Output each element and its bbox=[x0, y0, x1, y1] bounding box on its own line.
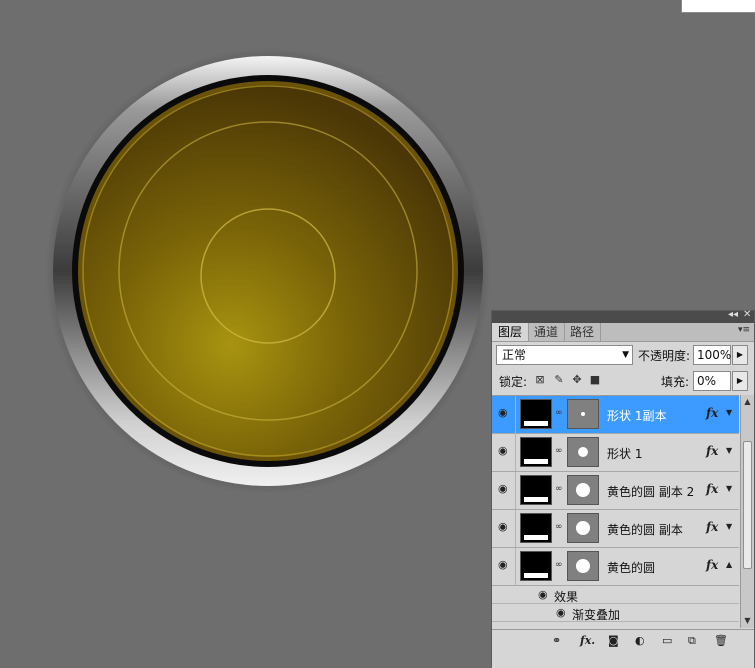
new-group-icon[interactable]: ▭ bbox=[662, 634, 672, 647]
blend-mode-select[interactable]: 正常 ▼ bbox=[496, 345, 633, 365]
blend-row: 正常 ▼ 不透明度: 100% ▶ bbox=[492, 344, 754, 366]
delete-layer-icon[interactable]: 🗑 bbox=[714, 634, 728, 647]
layer-thumbnail bbox=[520, 513, 552, 543]
link-icon[interactable]: ∞ bbox=[555, 446, 563, 456]
layers-list: ◉ ∞ 形状 1副本 fx ▼ ◉ ∞ 形状 1 fx ▼ ◉ ∞ 黄色的圆 副… bbox=[492, 395, 739, 629]
scroll-down-icon[interactable]: ▼ bbox=[742, 615, 753, 627]
panel-menu-icon[interactable]: ▾≡ bbox=[738, 325, 750, 335]
thumbnail-bar bbox=[524, 535, 548, 540]
fx-icon[interactable]: fx bbox=[706, 520, 718, 534]
fill-stepper[interactable]: ▶ bbox=[732, 371, 748, 391]
layer-name[interactable]: 形状 1 bbox=[607, 445, 642, 462]
expand-effects-icon[interactable]: ▼ bbox=[726, 408, 732, 417]
layer-thumbnail bbox=[520, 551, 552, 581]
lock-label: 锁定: bbox=[499, 375, 528, 389]
mask-dot bbox=[576, 483, 590, 497]
vector-mask-thumbnail bbox=[567, 551, 599, 581]
collapse-icon[interactable]: ◂◂ bbox=[728, 309, 738, 320]
layer-row[interactable]: ◉ ∞ 形状 1 fx ▼ bbox=[492, 434, 739, 472]
layer-name[interactable]: 黄色的圆 副本 2 bbox=[607, 483, 694, 500]
link-icon[interactable]: ∞ bbox=[555, 560, 563, 570]
layer-row[interactable]: ◉ ∞ 黄色的圆 副本 fx ▼ bbox=[492, 510, 739, 548]
layers-scrollbar[interactable]: ▲ ▼ bbox=[740, 395, 754, 628]
collapse-effects-icon[interactable]: ▲ bbox=[726, 560, 732, 569]
layer-row[interactable]: ◉ ∞ 黄色的圆 fx ▲ bbox=[492, 548, 739, 586]
vector-mask-thumbnail bbox=[567, 437, 599, 467]
eye-icon[interactable]: ◉ bbox=[498, 483, 512, 494]
mask-dot bbox=[581, 412, 585, 416]
close-icon[interactable]: ✕ bbox=[743, 309, 751, 320]
fx-icon[interactable]: fx bbox=[706, 406, 718, 420]
thumbnail-bar bbox=[524, 497, 548, 502]
lock-image-icon[interactable]: ✎ bbox=[553, 374, 565, 386]
lock-position-icon[interactable]: ✥ bbox=[571, 374, 583, 386]
effect-item-label: 渐变叠加 bbox=[572, 608, 621, 622]
layers-panel: ◂◂ ✕ 图层 通道 路径 ▾≡ 正常 ▼ 不透明度: 100% ▶ 锁定: ⊠… bbox=[491, 309, 755, 668]
fx-icon[interactable]: fx bbox=[706, 558, 718, 572]
document-window-corner bbox=[681, 0, 755, 13]
new-layer-icon[interactable]: ⧉ bbox=[688, 634, 696, 648]
tab-channels[interactable]: 通道 bbox=[528, 323, 566, 341]
thumbnail-bar bbox=[524, 459, 548, 464]
layer-thumbnail bbox=[520, 399, 552, 429]
opacity-stepper[interactable]: ▶ bbox=[732, 345, 748, 365]
effects-label: 效果 bbox=[554, 590, 579, 604]
effects-row[interactable]: ◉ 效果 bbox=[492, 586, 739, 604]
link-icon[interactable]: ∞ bbox=[555, 484, 563, 494]
expand-effects-icon[interactable]: ▼ bbox=[726, 446, 732, 455]
tab-paths[interactable]: 路径 bbox=[564, 323, 602, 341]
blend-mode-value: 正常 bbox=[502, 348, 527, 362]
expand-effects-icon[interactable]: ▼ bbox=[726, 484, 732, 493]
layer-thumbnail bbox=[520, 437, 552, 467]
opacity-label: 不透明度: bbox=[638, 349, 691, 363]
layer-name[interactable]: 形状 1副本 bbox=[607, 407, 666, 424]
link-layers-icon[interactable]: ⚭ bbox=[552, 634, 561, 647]
layer-name[interactable]: 黄色的圆 副本 bbox=[607, 521, 683, 538]
eye-icon[interactable]: ◉ bbox=[498, 407, 512, 418]
vector-mask-thumbnail bbox=[567, 475, 599, 505]
tab-layers[interactable]: 图层 bbox=[492, 323, 530, 341]
vector-mask-thumbnail bbox=[567, 399, 599, 429]
eye-icon[interactable]: ◉ bbox=[538, 589, 548, 600]
eye-icon[interactable]: ◉ bbox=[498, 559, 512, 570]
layer-name[interactable]: 黄色的圆 bbox=[607, 559, 655, 576]
layer-row[interactable]: ◉ ∞ 黄色的圆 副本 2 fx ▼ bbox=[492, 472, 739, 510]
panel-tabs: 图层 通道 路径 ▾≡ bbox=[492, 323, 754, 342]
panel-titlebar[interactable]: ◂◂ ✕ bbox=[492, 309, 754, 323]
lock-transparent-icon[interactable]: ⊠ bbox=[534, 374, 546, 386]
opacity-input[interactable]: 100% bbox=[693, 345, 731, 365]
fill-label: 填充: bbox=[661, 375, 690, 389]
mask-dot bbox=[576, 559, 590, 573]
mask-dot bbox=[576, 521, 590, 535]
fx-icon[interactable]: fx bbox=[706, 482, 718, 496]
link-icon[interactable]: ∞ bbox=[555, 522, 563, 532]
eye-icon[interactable]: ◉ bbox=[556, 607, 566, 618]
add-mask-icon[interactable]: ◙ bbox=[608, 634, 619, 647]
lock-row: 锁定: ⊠ ✎ ✥ ■ 填充: 0% ▶ bbox=[492, 370, 754, 392]
layer-row[interactable]: ◉ ∞ 形状 1副本 fx ▼ bbox=[492, 396, 739, 434]
thumbnail-bar bbox=[524, 573, 548, 578]
adjustment-layer-icon[interactable]: ◐ bbox=[635, 634, 645, 647]
effect-item-row[interactable]: ◉ 渐变叠加 bbox=[492, 604, 739, 622]
add-style-icon[interactable]: fx. bbox=[580, 634, 595, 647]
panel-bottom-toolbar: ⚭ fx. ◙ ◐ ▭ ⧉ 🗑 bbox=[492, 629, 754, 668]
scroll-up-icon[interactable]: ▲ bbox=[742, 396, 753, 408]
eye-icon[interactable]: ◉ bbox=[498, 445, 512, 456]
vector-mask-thumbnail bbox=[567, 513, 599, 543]
scroll-thumb[interactable] bbox=[743, 441, 752, 569]
layer-thumbnail bbox=[520, 475, 552, 505]
fill-input[interactable]: 0% bbox=[693, 371, 731, 391]
lock-all-icon[interactable]: ■ bbox=[589, 374, 601, 386]
chevron-down-icon: ▼ bbox=[622, 350, 629, 360]
link-icon[interactable]: ∞ bbox=[555, 408, 563, 418]
fx-icon[interactable]: fx bbox=[706, 444, 718, 458]
mask-dot bbox=[578, 447, 588, 457]
eye-icon[interactable]: ◉ bbox=[498, 521, 512, 532]
thumbnail-bar bbox=[524, 421, 548, 426]
expand-effects-icon[interactable]: ▼ bbox=[726, 522, 732, 531]
round-button-artwork bbox=[45, 48, 491, 494]
